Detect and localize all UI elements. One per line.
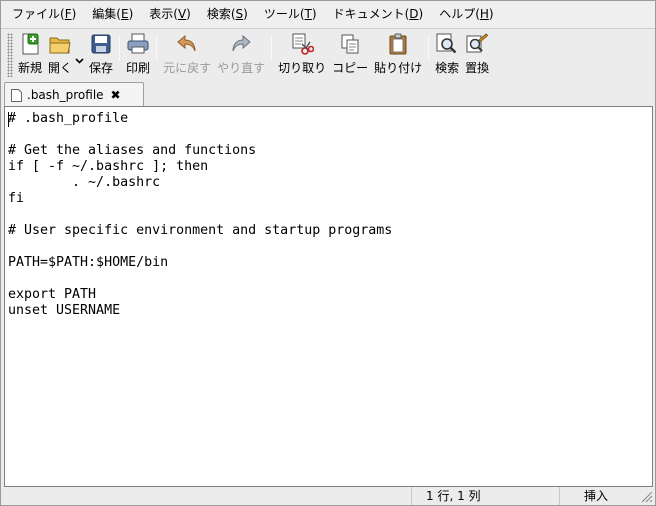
undo-label: 元に戻す — [163, 61, 212, 75]
find-label: 検索 — [435, 61, 460, 75]
toolbar-separator — [156, 35, 158, 61]
menu-edit[interactable]: 編集(E) — [85, 1, 142, 28]
text-cursor — [8, 112, 9, 127]
tab-bash-profile[interactable]: .bash_profile ✖ — [4, 82, 144, 107]
open-label: 開く — [48, 61, 73, 75]
find-button[interactable]: 検索 — [432, 29, 462, 79]
open-recent-dropdown[interactable] — [75, 29, 86, 79]
clipboard-icon — [389, 33, 407, 55]
copy-label: コピー — [332, 61, 369, 75]
folder-open-icon — [49, 37, 71, 54]
new-document-icon — [22, 33, 39, 55]
redo-arrow-icon — [232, 34, 251, 52]
text-editor[interactable]: # .bash_profile # Get the aliases and fu… — [4, 106, 653, 487]
document-icon — [11, 88, 22, 102]
resize-grip-icon[interactable] — [641, 491, 653, 503]
find-replace-icon — [466, 33, 489, 53]
insert-mode-indicator: 挿入 — [559, 487, 639, 505]
replace-label: 置換 — [465, 61, 490, 75]
new-label: 新規 — [18, 61, 43, 75]
toolbar-separator — [428, 35, 430, 61]
save-button[interactable]: 保存 — [86, 29, 116, 79]
editor-window: ファイル(F) 編集(E) 表示(V) 検索(S) ツール(T) ドキュメント(… — [0, 0, 656, 506]
chevron-down-icon — [75, 58, 84, 64]
document-tabs: .bash_profile ✖ — [1, 81, 655, 107]
close-icon[interactable]: ✖ — [111, 88, 121, 102]
menu-search[interactable]: 検索(S) — [200, 1, 257, 28]
menu-documents[interactable]: ドキュメント(D) — [326, 1, 433, 28]
open-button[interactable]: 開く — [45, 29, 75, 79]
copy-button[interactable]: コピー — [329, 29, 371, 79]
cut-button[interactable]: 切り取り — [275, 29, 329, 79]
toolbar-separator — [271, 35, 273, 61]
paste-label: 貼り付け — [374, 61, 423, 75]
search-icon — [436, 33, 457, 54]
scissors-icon — [292, 33, 315, 55]
cut-label: 切り取り — [278, 61, 327, 75]
new-button[interactable]: 新規 — [15, 29, 45, 79]
redo-button[interactable]: やり直す — [214, 29, 268, 79]
printer-icon — [127, 33, 149, 54]
menu-tools[interactable]: ツール(T) — [257, 1, 326, 28]
save-label: 保存 — [89, 61, 114, 75]
editor-content[interactable]: # .bash_profile # Get the aliases and fu… — [8, 111, 392, 319]
toolbar-grip[interactable] — [7, 33, 13, 77]
replace-button[interactable]: 置換 — [462, 29, 492, 79]
tab-label: .bash_profile — [27, 88, 104, 102]
paste-button[interactable]: 貼り付け — [371, 29, 425, 79]
toolbar: 新規 開く 保存 印刷 元に戻す やり直す 切り取り コピー 貼り付け 検索 置… — [1, 29, 655, 81]
menu-bar: ファイル(F) 編集(E) 表示(V) 検索(S) ツール(T) ドキュメント(… — [1, 1, 655, 28]
print-button[interactable]: 印刷 — [123, 29, 153, 79]
undo-button[interactable]: 元に戻す — [160, 29, 214, 79]
print-label: 印刷 — [126, 61, 151, 75]
cursor-position: 1 行, 1 列 — [411, 487, 559, 505]
menu-view[interactable]: 表示(V) — [142, 1, 200, 28]
status-bar: 1 行, 1 列 挿入 — [1, 487, 655, 505]
redo-label: やり直す — [217, 61, 266, 75]
toolbar-separator — [119, 35, 121, 61]
undo-arrow-icon — [177, 34, 196, 52]
copy-icon — [341, 34, 359, 54]
floppy-disk-icon — [91, 34, 111, 54]
menu-help[interactable]: ヘルプ(H) — [432, 1, 502, 28]
menu-file[interactable]: ファイル(F) — [5, 1, 85, 28]
